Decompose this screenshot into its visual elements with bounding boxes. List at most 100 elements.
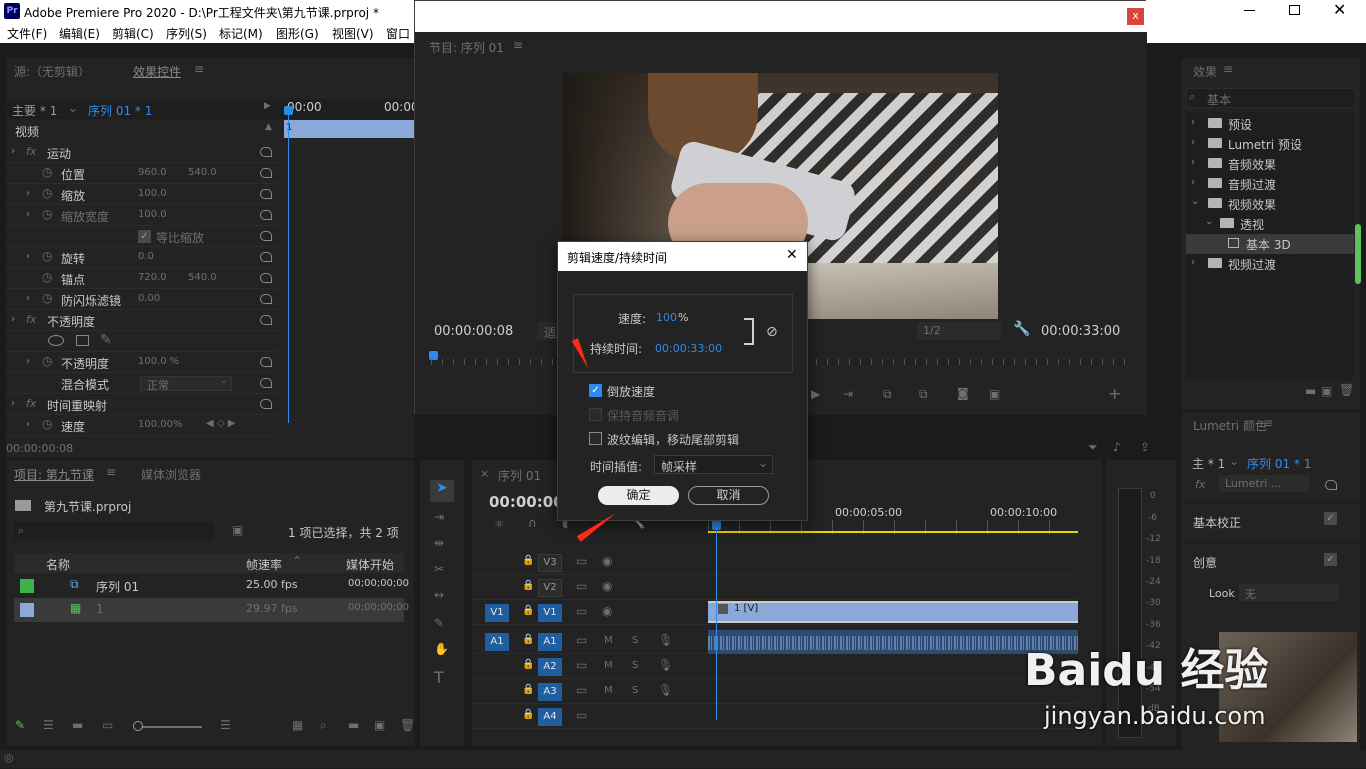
slip-tool-icon[interactable]: ↔ bbox=[434, 588, 444, 602]
project-row[interactable]: ▦ 1 29.97 fps 00;00;00;00 bbox=[14, 598, 409, 622]
hand-tool-icon[interactable]: ✋ bbox=[434, 642, 449, 656]
lumetri-sequence-label[interactable]: 序列 01 * 1 bbox=[1247, 455, 1311, 472]
type-tool-icon[interactable]: T bbox=[434, 668, 444, 687]
column-media-start[interactable]: 媒体开始 bbox=[346, 556, 394, 573]
maximize-icon[interactable] bbox=[1289, 5, 1300, 15]
effect-row-flicker[interactable]: › ◷ 防闪烁滤镜 0.00 bbox=[6, 289, 278, 310]
mic-icon[interactable]: 🎙 bbox=[658, 633, 673, 647]
filter-icon[interactable]: ⏷ bbox=[1088, 440, 1098, 455]
menu-sequence[interactable]: 序列(S) bbox=[166, 25, 207, 42]
work-area-bar[interactable] bbox=[708, 531, 1078, 533]
new-search-bin-icon[interactable]: ▣ bbox=[232, 523, 243, 537]
sync-lock-icon[interactable]: ▭ bbox=[576, 579, 587, 593]
effect-row-opacity[interactable]: › ◷ 不透明度 100.0 % bbox=[6, 352, 278, 373]
new-bin-icon[interactable]: ▬ bbox=[1305, 384, 1316, 398]
panel-menu-icon[interactable]: ≡ bbox=[194, 62, 204, 76]
mute-button[interactable]: M bbox=[604, 685, 613, 696]
stopwatch-icon[interactable]: ◷ bbox=[42, 207, 52, 221]
eye-icon[interactable]: ◉ bbox=[602, 604, 612, 618]
solo-button[interactable]: S bbox=[632, 660, 638, 671]
ripple-edit-tool-icon[interactable]: ⇹ bbox=[434, 536, 444, 550]
mini-timeline-clip[interactable] bbox=[284, 120, 414, 138]
eye-icon[interactable]: ◉ bbox=[602, 579, 612, 593]
tab-effects[interactable]: 效果 bbox=[1193, 63, 1217, 80]
delete-icon[interactable]: 🗑 bbox=[1339, 383, 1354, 397]
compare-icon[interactable]: ▣ bbox=[989, 387, 1000, 401]
track-target-v2[interactable]: V2 bbox=[538, 579, 562, 597]
collapse-up-icon[interactable]: ▲ bbox=[265, 122, 272, 132]
cancel-button[interactable]: 取消 bbox=[688, 486, 769, 505]
link-chain-icon[interactable]: ⊘ bbox=[766, 324, 778, 340]
timeline-close-icon[interactable]: × bbox=[480, 467, 489, 480]
sequence-clip-label[interactable]: 序列 01 * 1 bbox=[88, 102, 152, 119]
effects-item-video-transitions[interactable]: › 视频过渡 bbox=[1186, 254, 1354, 274]
sort-up-icon[interactable]: ⌃ bbox=[292, 554, 302, 568]
project-search-input[interactable] bbox=[14, 522, 214, 541]
effect-row-rotation[interactable]: › ◷ 旋转 0.0 bbox=[6, 247, 278, 268]
program-close-button[interactable]: x bbox=[1127, 8, 1144, 25]
stopwatch-icon[interactable]: ◷ bbox=[42, 354, 52, 368]
column-fps[interactable]: 帧速率 bbox=[246, 556, 282, 573]
ripple-edit-checkbox[interactable] bbox=[589, 432, 602, 445]
selection-tool-icon[interactable]: ➤ bbox=[430, 480, 454, 502]
pen-tool-icon[interactable]: ✎ bbox=[434, 616, 444, 630]
ellipse-mask-icon[interactable] bbox=[48, 335, 64, 346]
sync-lock-icon[interactable]: ▭ bbox=[576, 554, 587, 568]
audio-clip[interactable] bbox=[708, 630, 1078, 654]
overwrite-icon[interactable]: ⧉ bbox=[919, 387, 928, 402]
track-select-tool-icon[interactable]: ⇥ bbox=[434, 510, 444, 524]
camera-icon[interactable]: ◙ bbox=[957, 386, 969, 400]
source-patch-a1[interactable]: A1 bbox=[485, 633, 509, 651]
video-clip[interactable] bbox=[708, 601, 1078, 623]
eye-icon[interactable]: ◉ bbox=[602, 554, 612, 568]
snap-icon[interactable]: ∩ bbox=[528, 516, 537, 530]
effect-row-scale-width[interactable]: › ◷ 缩放宽度 100.0 bbox=[6, 205, 278, 226]
menu-file[interactable]: 文件(F) bbox=[7, 25, 47, 42]
solo-button[interactable]: S bbox=[632, 635, 638, 646]
wrench-icon[interactable]: 🔧 bbox=[1013, 321, 1030, 337]
insert-icon[interactable]: ⧉ bbox=[883, 387, 892, 402]
zoom-slider[interactable] bbox=[136, 726, 202, 728]
nest-icon[interactable]: ⚛ bbox=[494, 517, 505, 531]
menu-edit[interactable]: 编辑(E) bbox=[59, 25, 100, 42]
minimize-icon[interactable] bbox=[1244, 10, 1255, 11]
effect-row-scale[interactable]: › ◷ 缩放 100.0 bbox=[6, 184, 278, 205]
ok-button[interactable]: 确定 bbox=[598, 486, 679, 505]
effects-item-basic-3d[interactable]: 基本 3D bbox=[1186, 234, 1354, 254]
project-row[interactable]: ⧉ 序列 01 25.00 fps 00;00;00;00 bbox=[14, 574, 409, 598]
effects-item-lumetri-preset[interactable]: › Lumetri 预设 bbox=[1186, 134, 1354, 154]
pencil-icon[interactable]: ✎ bbox=[15, 718, 25, 732]
effect-row-uniform-scale[interactable]: ✓ 等比缩放 bbox=[6, 226, 278, 247]
effects-item-perspective[interactable]: ⌄ 透视 bbox=[1186, 214, 1354, 234]
stopwatch-icon[interactable]: ◷ bbox=[42, 417, 52, 431]
audio-icon[interactable]: ♪ bbox=[1113, 440, 1121, 454]
mic-icon[interactable]: 🎙 bbox=[658, 683, 673, 697]
effect-row-anchor[interactable]: ◷ 锚点 720.0 540.0 bbox=[6, 268, 278, 289]
reset-icon[interactable] bbox=[260, 147, 272, 157]
tab-media-browser[interactable]: 媒体浏览器 bbox=[141, 466, 201, 483]
zoom-slider-handle-icon[interactable] bbox=[133, 721, 143, 731]
master-clip-label[interactable]: 主要 * 1 bbox=[12, 102, 57, 119]
ripple-edit-label[interactable]: 波纹编辑，移动尾部剪辑 bbox=[607, 431, 739, 448]
stopwatch-icon[interactable]: ◷ bbox=[42, 291, 52, 305]
stopwatch-icon[interactable]: ◷ bbox=[42, 186, 52, 200]
list-view-icon[interactable]: ☰ bbox=[43, 718, 54, 732]
maintain-audio-checkbox[interactable] bbox=[589, 408, 602, 421]
menu-view[interactable]: 视图(V) bbox=[332, 25, 374, 42]
add-button-icon[interactable]: + bbox=[1108, 384, 1121, 403]
dialog-close-button[interactable]: ✕ bbox=[786, 247, 798, 263]
mute-button[interactable]: M bbox=[604, 660, 613, 671]
program-playhead-icon[interactable] bbox=[429, 351, 438, 360]
menu-graphics[interactable]: 图形(G) bbox=[276, 25, 319, 42]
effects-item-video-effects[interactable]: ⌄ 视频效果 bbox=[1186, 194, 1354, 214]
lumetri-master-label[interactable]: 主 * 1 bbox=[1192, 455, 1225, 472]
basic-correction-checkbox[interactable]: ✓ bbox=[1324, 512, 1337, 525]
new-bin-icon[interactable]: ▬ bbox=[348, 718, 359, 732]
menu-window[interactable]: 窗口 bbox=[386, 25, 410, 42]
playhead[interactable] bbox=[288, 113, 289, 423]
track-target-v3[interactable]: V3 bbox=[538, 554, 562, 572]
timeline-playhead[interactable] bbox=[716, 526, 717, 720]
sync-lock-icon[interactable]: ▭ bbox=[576, 658, 587, 672]
column-name[interactable]: 名称 bbox=[46, 556, 70, 573]
playhead-marker-icon[interactable] bbox=[284, 106, 293, 115]
